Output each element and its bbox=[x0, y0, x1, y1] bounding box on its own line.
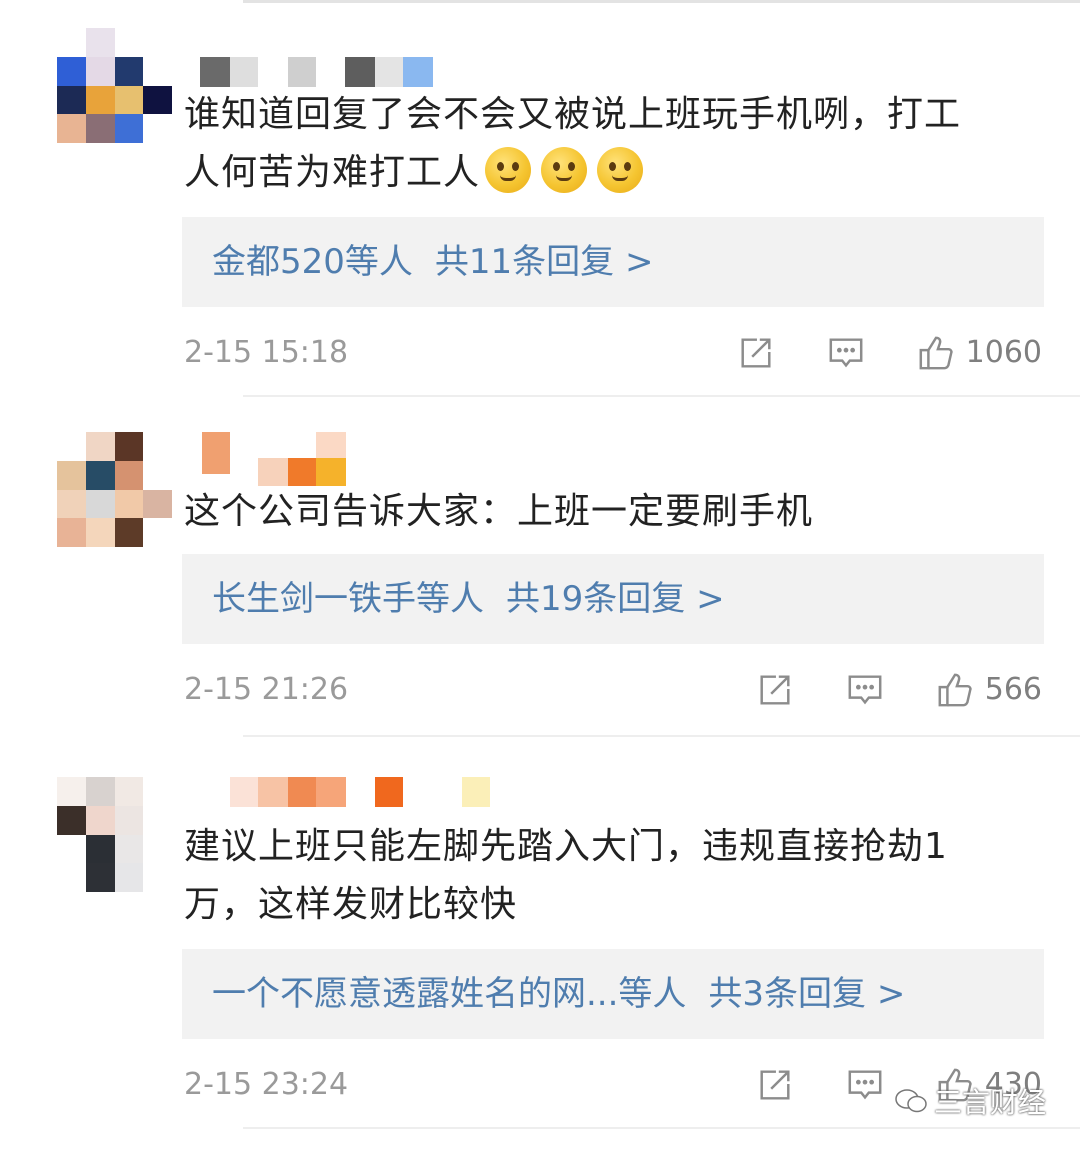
thinking-face-icon bbox=[541, 147, 588, 193]
comment-time: 2-15 21:26 bbox=[184, 672, 349, 707]
avatar[interactable] bbox=[57, 28, 172, 143]
comment-text-line: 谁知道回复了会不会又被说上班玩手机咧，打工 bbox=[184, 94, 962, 135]
comment-text: 建议上班只能左脚先踏入大门，违规直接抢劫1 万，这样发财比较快 bbox=[184, 818, 1030, 934]
reply-users: 一个不愿意透露姓名的网...等人 bbox=[212, 974, 687, 1014]
comment-icon[interactable] bbox=[826, 333, 866, 373]
reply-count-link[interactable]: 共11条回复 > bbox=[435, 242, 654, 282]
divider bbox=[243, 1127, 1080, 1129]
comment-time: 2-15 23:24 bbox=[184, 1067, 349, 1102]
reply-count-link[interactable]: 共19条回复 > bbox=[506, 579, 725, 619]
reply-users: 长生剑一铁手等人 bbox=[212, 579, 484, 619]
reply-users: 金都520等人 bbox=[212, 242, 413, 282]
replies-preview[interactable]: 金都520等人 共11条回复 > bbox=[182, 217, 1044, 307]
comment-text-line: 万，这样发财比较快 bbox=[184, 884, 518, 925]
share-icon[interactable] bbox=[755, 1065, 795, 1105]
share-icon[interactable] bbox=[736, 333, 776, 373]
replies-preview[interactable]: 长生剑一铁手等人 共19条回复 > bbox=[182, 554, 1044, 644]
share-icon[interactable] bbox=[755, 670, 795, 710]
comment-footer: 2-15 15:18 1060 bbox=[184, 333, 1042, 373]
watermark: 三言财经 bbox=[894, 1081, 1046, 1121]
comment-icon[interactable] bbox=[845, 1065, 885, 1105]
like-count: 566 bbox=[984, 672, 1042, 707]
comment-text: 这个公司告诉大家：上班一定要刷手机 bbox=[184, 483, 1030, 541]
comment-text: 谁知道回复了会不会又被说上班玩手机咧，打工 人何苦为难打工人 bbox=[184, 86, 1030, 202]
thinking-face-icon bbox=[597, 147, 644, 193]
like-count: 1060 bbox=[965, 335, 1042, 370]
comment-text-line: 建议上班只能左脚先踏入大门，违规直接抢劫1 bbox=[184, 826, 948, 867]
avatar[interactable] bbox=[57, 777, 172, 892]
reply-count-link[interactable]: 共3条回复 > bbox=[708, 974, 905, 1014]
avatar[interactable] bbox=[57, 432, 172, 547]
thumbs-up-icon[interactable] bbox=[935, 670, 975, 710]
comment-footer: 2-15 21:26 566 bbox=[184, 670, 1042, 710]
comment-list: 谁知道回复了会不会又被说上班玩手机咧，打工 人何苦为难打工人 金都520等人 共1… bbox=[0, 0, 1080, 1151]
divider bbox=[243, 0, 1080, 3]
comment-item: 谁知道回复了会不会又被说上班玩手机咧，打工 人何苦为难打工人 金都520等人 共1… bbox=[0, 0, 1080, 395]
divider bbox=[243, 735, 1080, 737]
comment-text-line: 这个公司告诉大家：上班一定要刷手机 bbox=[184, 491, 814, 532]
comment-icon[interactable] bbox=[845, 670, 885, 710]
thumbs-up-icon[interactable] bbox=[916, 333, 956, 373]
watermark-text: 三言财经 bbox=[933, 1086, 1046, 1119]
replies-preview[interactable]: 一个不愿意透露姓名的网...等人 共3条回复 > bbox=[182, 949, 1044, 1039]
comment-text-line: 人何苦为难打工人 bbox=[184, 152, 481, 193]
divider bbox=[243, 395, 1080, 397]
thinking-face-icon bbox=[485, 147, 532, 193]
wechat-icon bbox=[895, 1089, 927, 1113]
comment-time: 2-15 15:18 bbox=[184, 335, 349, 370]
comment-item: 这个公司告诉大家：上班一定要刷手机 长生剑一铁手等人 共19条回复 > 2-15 … bbox=[0, 395, 1080, 735]
